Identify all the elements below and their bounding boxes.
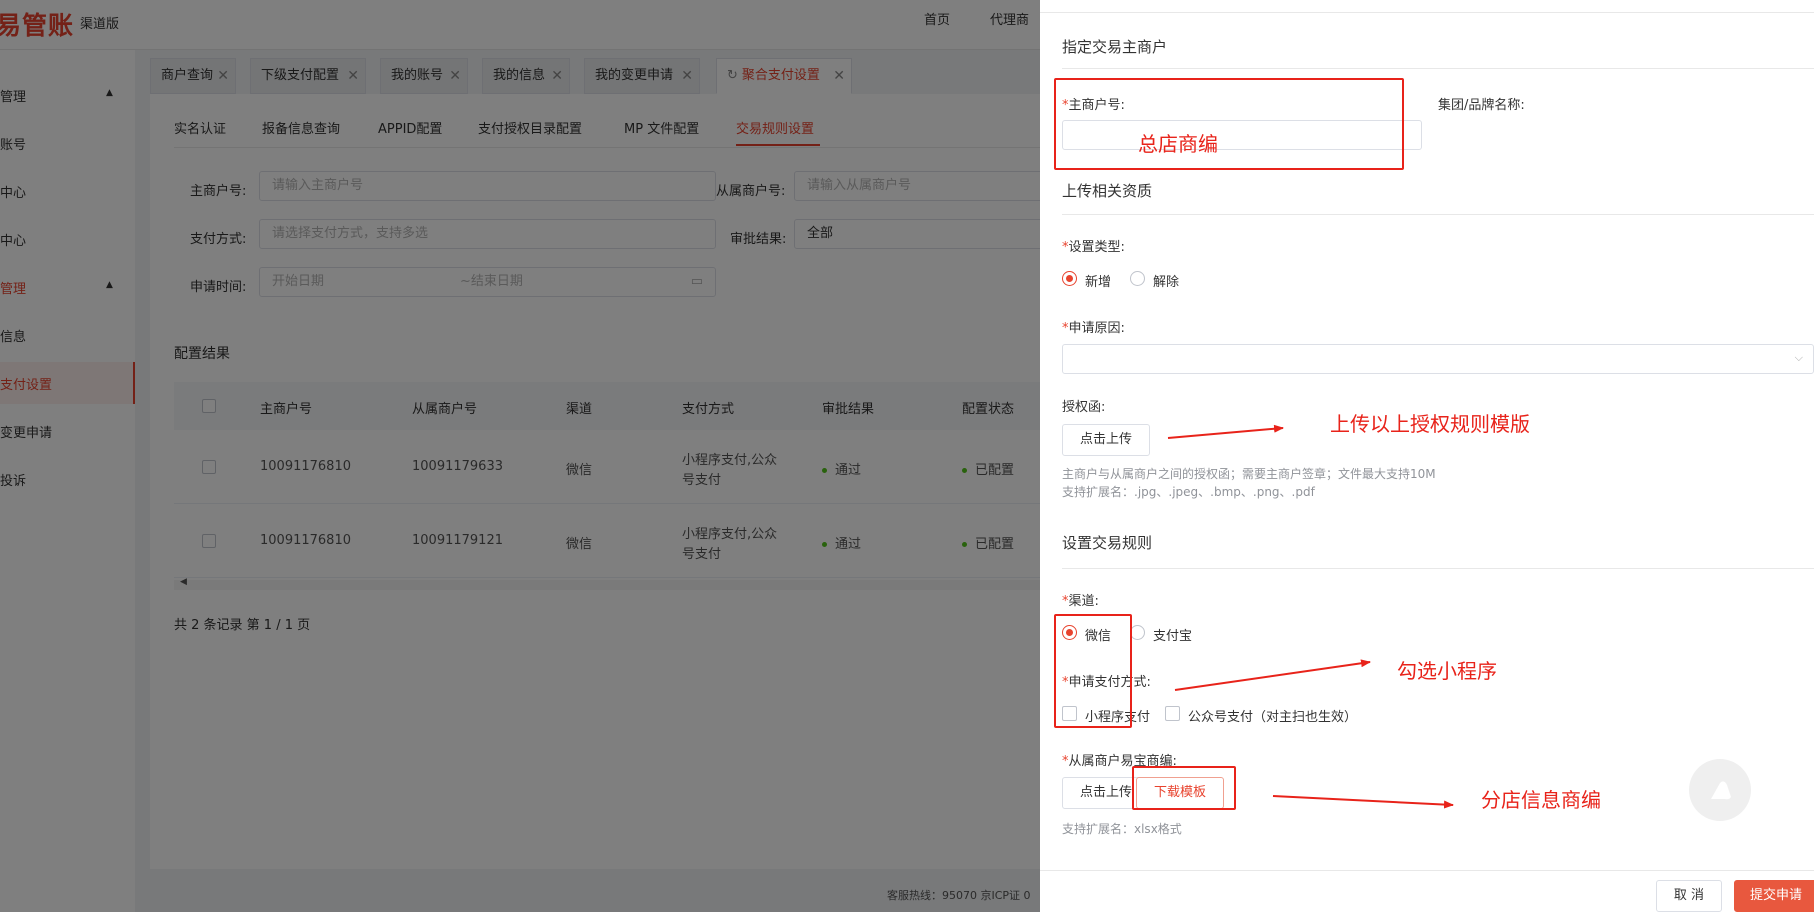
annotation-arrows	[1167, 424, 1454, 809]
arrow-upload	[1167, 424, 1284, 439]
arrow-branch	[1272, 795, 1454, 809]
arrow-check	[1174, 659, 1371, 691]
